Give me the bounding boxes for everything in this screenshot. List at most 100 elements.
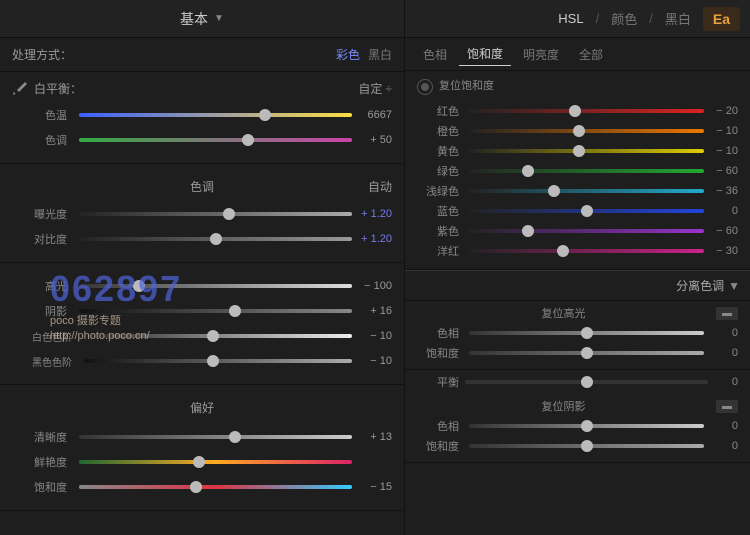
highlight-section: 复位高光 ▬ 色相 0 饱和度 0: [405, 301, 750, 370]
hsl-track-red[interactable]: [469, 109, 704, 113]
left-panel: 处理方式： 彩色 黑白 白平衡： 自定 ÷ 色温: [0, 38, 405, 535]
slider-row-vibrance: 鲜艳度: [12, 452, 392, 472]
slider-label-clarity: 清晰度: [12, 429, 67, 445]
hsl-row-yellow: 黄色 − 10: [417, 143, 738, 159]
hsl-track-orange[interactable]: [469, 129, 704, 133]
processing-color[interactable]: 彩色: [336, 46, 360, 63]
hsl-track-green[interactable]: [469, 169, 704, 173]
hsl-tab-hue[interactable]: 色相: [415, 43, 455, 66]
highlight-hue-row: 色相 0: [417, 325, 738, 341]
tone-auto-btn[interactable]: 自动: [368, 178, 392, 195]
slider-row-saturation: 饱和度 − 15: [12, 477, 392, 497]
basic-dropdown-arrow[interactable]: ▼: [214, 13, 224, 24]
tone-header: 色调 自动: [12, 172, 392, 199]
slider-label-contrast: 对比度: [12, 231, 67, 247]
slider-value-saturation: − 15: [356, 481, 392, 493]
slider-track-tint[interactable]: [79, 138, 352, 142]
wb-preset-btn[interactable]: 自定 ÷: [358, 80, 392, 97]
nav-hsl[interactable]: HSL: [558, 11, 583, 26]
slider-track-exposure[interactable]: [79, 212, 352, 216]
processing-bw[interactable]: 黑白: [368, 46, 392, 63]
shadow-hue-value: 0: [708, 420, 738, 432]
slider-value-shadow: + 16: [356, 305, 392, 317]
highlight-hue-track[interactable]: [469, 331, 704, 335]
dropper-icon: [12, 81, 28, 97]
processing-options: 彩色 黑白: [336, 46, 392, 63]
right-panel-header-bar: HSL / 颜色 / 黑白 Ea: [405, 0, 750, 37]
slider-row-white: 白色色阶 − 10: [12, 326, 392, 346]
hsl-tab-all[interactable]: 全部: [571, 43, 611, 66]
balance-track[interactable]: [465, 380, 708, 384]
hsl-value-orange: − 10: [708, 125, 738, 137]
hsl-value-yellow: − 10: [708, 145, 738, 157]
slider-row-black: 黑色色阶 − 10: [12, 351, 392, 371]
hsl-row-purple: 紫色 − 60: [417, 223, 738, 239]
highlight-sat-track[interactable]: [469, 351, 704, 355]
slider-track-clarity[interactable]: [79, 435, 352, 439]
slider-track-temp[interactable]: [79, 113, 352, 117]
slider-value-clarity: + 13: [356, 431, 392, 443]
nav-bw[interactable]: 黑白: [665, 9, 691, 28]
slider-label-black: 黑色色阶: [12, 354, 72, 369]
slider-value-temp: 6667: [356, 109, 392, 121]
nav-sep-1: /: [596, 11, 600, 26]
processing-row: 处理方式： 彩色 黑白: [0, 38, 404, 72]
hsl-row-magenta: 洋红 − 30: [417, 243, 738, 259]
top-bar: 基本 ▼ HSL / 颜色 / 黑白 Ea: [0, 0, 750, 38]
slider-label-saturation: 饱和度: [12, 479, 67, 495]
slider-track-highlight[interactable]: [79, 284, 352, 288]
slider-label-temp: 色温: [12, 107, 67, 123]
slider-track-shadow[interactable]: [79, 309, 352, 313]
hsl-value-blue: 0: [708, 205, 738, 217]
hsl-track-purple[interactable]: [469, 229, 704, 233]
hs-section: 高光 − 100 阴影 + 16 白色色阶: [0, 263, 404, 385]
balance-row: 平衡 0: [405, 370, 750, 394]
shadow-hue-track[interactable]: [469, 424, 704, 428]
hsl-label-red: 红色: [417, 103, 459, 119]
wb-preset-value: 自定: [358, 80, 382, 97]
shadow-section: 复位阴影 ▬ 色相 0 饱和度 0: [405, 394, 750, 463]
hsl-track-yellow[interactable]: [469, 149, 704, 153]
shadow-reset-btn[interactable]: ▬: [716, 400, 738, 413]
hsl-row-orange: 橙色 − 10: [417, 123, 738, 139]
slider-track-black[interactable]: [84, 359, 352, 363]
highlight-sat-value: 0: [708, 347, 738, 359]
slider-row-clarity: 清晰度 + 13: [12, 427, 392, 447]
highlight-reset-btn[interactable]: ▬: [716, 307, 738, 320]
slider-row-highlight: 高光 − 100: [12, 276, 392, 296]
highlight-hue-label: 色相: [417, 325, 459, 341]
slider-track-saturation[interactable]: [79, 485, 352, 489]
split-toning-header: 分离色调 ▼: [405, 270, 750, 301]
hsl-track-blue[interactable]: [469, 209, 704, 213]
shadow-sat-value: 0: [708, 440, 738, 452]
split-toning-arrow: ▼: [728, 279, 740, 293]
nav-color[interactable]: 颜色: [611, 9, 637, 28]
highlight-sat-row: 饱和度 0: [417, 345, 738, 361]
hsl-tab-saturation[interactable]: 饱和度: [459, 42, 511, 66]
hsl-label-orange: 橙色: [417, 123, 459, 139]
hsl-value-green: − 60: [708, 165, 738, 177]
slider-track-white[interactable]: [84, 334, 352, 338]
slider-value-white: − 10: [356, 330, 392, 342]
hsl-track-aqua[interactable]: [469, 189, 704, 193]
hsl-label-purple: 紫色: [417, 223, 459, 239]
slider-row-contrast: 对比度 + 1.20: [12, 229, 392, 249]
sat-reset-row: 复位饱和度: [417, 77, 738, 97]
basic-title: 基本: [180, 9, 208, 29]
slider-track-vibrance[interactable]: [79, 460, 352, 464]
processing-label: 处理方式：: [12, 46, 336, 63]
hsl-tab-luminance[interactable]: 明亮度: [515, 43, 567, 66]
hsl-row-aqua: 浅绿色 − 36: [417, 183, 738, 199]
highlight-sat-label: 饱和度: [417, 345, 459, 361]
sat-reset-circle[interactable]: [417, 79, 433, 95]
hsl-track-magenta[interactable]: [469, 249, 704, 253]
shadow-header: 复位阴影 ▬: [417, 398, 738, 414]
slider-label-vibrance: 鲜艳度: [12, 454, 67, 470]
shadow-hue-label: 色相: [417, 418, 459, 434]
slider-track-contrast[interactable]: [79, 237, 352, 241]
slider-label-exposure: 曝光度: [12, 206, 67, 222]
slider-label-highlight: 高光: [12, 278, 67, 294]
shadow-sat-track[interactable]: [469, 444, 704, 448]
hsl-label-blue: 蓝色: [417, 203, 459, 219]
sat-reset-title: 复位饱和度: [439, 77, 738, 93]
